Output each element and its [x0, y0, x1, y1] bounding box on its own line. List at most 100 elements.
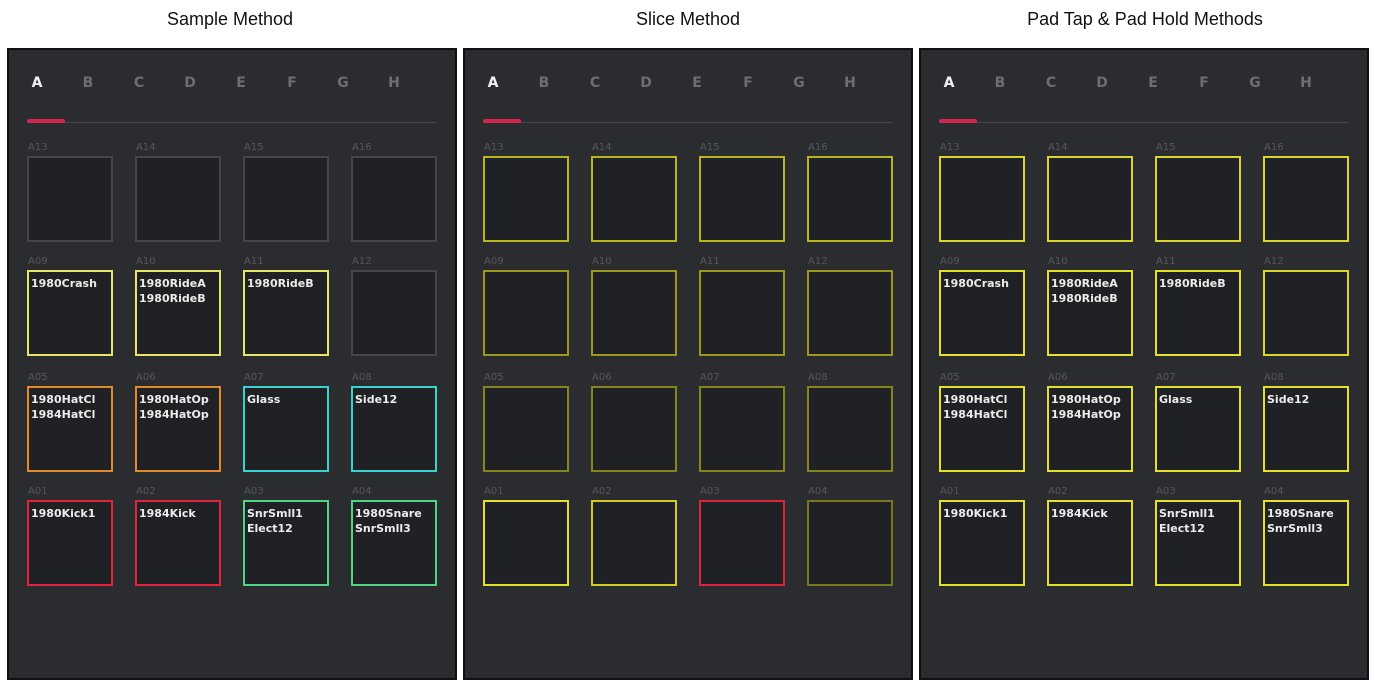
pad-a12[interactable]	[1263, 270, 1349, 356]
pad-a11[interactable]: 1980RideB	[1155, 270, 1241, 356]
pad-a04[interactable]: 1980Snare SnrSmll3	[351, 500, 437, 586]
pad-a02[interactable]	[591, 500, 677, 586]
pad-a09[interactable]: 1980Crash	[939, 270, 1025, 356]
pad-a08[interactable]: Side12	[351, 386, 437, 472]
pad-number-label: A15	[244, 142, 264, 153]
pad-a14[interactable]	[135, 156, 221, 242]
pad-a14[interactable]	[591, 156, 677, 242]
bank-tab-b[interactable]: B	[529, 75, 559, 91]
pad-a05[interactable]	[483, 386, 569, 472]
pad-a02[interactable]: 1984Kick	[1047, 500, 1133, 586]
pad-a11[interactable]: 1980RideB	[243, 270, 329, 356]
pad-number-label: A15	[700, 142, 720, 153]
bank-tab-b[interactable]: B	[985, 75, 1015, 91]
pad-a16[interactable]	[1263, 156, 1349, 242]
pad-a07[interactable]	[699, 386, 785, 472]
pad-number-label: A04	[808, 486, 828, 497]
pad-a03[interactable]	[699, 500, 785, 586]
pad-number-label: A01	[940, 486, 960, 497]
pad-number-label: A03	[1156, 486, 1176, 497]
pad-a05[interactable]: 1980HatCl 1984HatCl	[27, 386, 113, 472]
pad-a14[interactable]	[1047, 156, 1133, 242]
bank-tab-a[interactable]: A	[478, 75, 508, 91]
pad-sample-name: SnrSmll3	[1267, 522, 1323, 535]
pad-a01[interactable]: 1980Kick1	[939, 500, 1025, 586]
bank-tab-d[interactable]: D	[1087, 75, 1117, 91]
pad-a05[interactable]: 1980HatCl 1984HatCl	[939, 386, 1025, 472]
pad-a04[interactable]: 1980Snare SnrSmll3	[1263, 500, 1349, 586]
pad-a09[interactable]	[483, 270, 569, 356]
pad-number-label: A09	[28, 256, 48, 267]
pad-a07[interactable]: Glass	[243, 386, 329, 472]
pad-a07[interactable]: Glass	[1155, 386, 1241, 472]
pad-a10[interactable]: 1980RideA 1980RideB	[1047, 270, 1133, 356]
pad-a03[interactable]: SnrSmll1 Elect12	[1155, 500, 1241, 586]
bank-tab-divider	[939, 122, 1349, 123]
panel-caption: Slice Method	[635, 9, 741, 29]
pad-a12[interactable]	[351, 270, 437, 356]
pad-a16[interactable]	[351, 156, 437, 242]
bank-tab-d[interactable]: D	[631, 75, 661, 91]
bank-tab-c[interactable]: C	[1036, 75, 1066, 91]
pad-a12[interactable]	[807, 270, 893, 356]
bank-tab-f[interactable]: F	[733, 75, 763, 91]
pad-a09[interactable]: 1980Crash	[27, 270, 113, 356]
pad-a15[interactable]	[243, 156, 329, 242]
pad-number-label: A08	[1264, 372, 1284, 383]
pad-a03[interactable]: SnrSmll1 Elect12	[243, 500, 329, 586]
bank-tab-g[interactable]: G	[328, 75, 358, 91]
pad-a15[interactable]	[699, 156, 785, 242]
pad-a08[interactable]	[807, 386, 893, 472]
pad-sample-name: 1984HatOp	[1051, 408, 1121, 421]
pad-a11[interactable]	[699, 270, 785, 356]
pad-a08[interactable]: Side12	[1263, 386, 1349, 472]
pad-a06[interactable]: 1980HatOp 1984HatOp	[135, 386, 221, 472]
bank-tab-f[interactable]: F	[1189, 75, 1219, 91]
bank-tab-a[interactable]: A	[934, 75, 964, 91]
bank-tab-e[interactable]: E	[1138, 75, 1168, 91]
pad-a13[interactable]	[939, 156, 1025, 242]
pad-a10[interactable]: 1980RideA 1980RideB	[135, 270, 221, 356]
pad-a15[interactable]	[1155, 156, 1241, 242]
pad-a04[interactable]	[807, 500, 893, 586]
bank-tab-g[interactable]: G	[1240, 75, 1270, 91]
panel-caption: Sample Method	[166, 9, 294, 29]
bank-tab-h[interactable]: H	[379, 75, 409, 91]
bank-tab-g[interactable]: G	[784, 75, 814, 91]
bank-tab-c[interactable]: C	[580, 75, 610, 91]
pad-a06[interactable]	[591, 386, 677, 472]
pad-number-label: A03	[244, 486, 264, 497]
pad-a16[interactable]	[807, 156, 893, 242]
pad-number-label: A03	[700, 486, 720, 497]
pad-number-label: A13	[484, 142, 504, 153]
bank-tab-divider	[483, 122, 893, 123]
bank-tab-h[interactable]: H	[835, 75, 865, 91]
bank-tab-divider	[27, 122, 437, 123]
pad-a13[interactable]	[483, 156, 569, 242]
pad-sample-name: SnrSmll1	[247, 507, 303, 520]
bank-tab-f[interactable]: F	[277, 75, 307, 91]
pad-a01[interactable]	[483, 500, 569, 586]
bank-tab-e[interactable]: E	[226, 75, 256, 91]
bank-tab-a[interactable]: A	[22, 75, 52, 91]
pad-number-label: A04	[352, 486, 372, 497]
pad-number-label: A01	[484, 486, 504, 497]
pad-bank-panel: A B C D E F G H A13 A14 A15 A16 A09 1980Crash A10 1980R…	[7, 48, 457, 680]
pad-a06[interactable]: 1980HatOp 1984HatOp	[1047, 386, 1133, 472]
pad-number-label: A09	[484, 256, 504, 267]
pad-number-label: A05	[940, 372, 960, 383]
pad-a01[interactable]: 1980Kick1	[27, 500, 113, 586]
pad-sample-name: 1980Kick1	[31, 507, 96, 520]
bank-tab-h[interactable]: H	[1291, 75, 1321, 91]
pad-sample-name: Side12	[1267, 393, 1310, 406]
pad-a10[interactable]	[591, 270, 677, 356]
bank-tab-e[interactable]: E	[682, 75, 712, 91]
pad-a02[interactable]: 1984Kick	[135, 500, 221, 586]
pad-number-label: A13	[28, 142, 48, 153]
bank-tab-d[interactable]: D	[175, 75, 205, 91]
pad-a13[interactable]	[27, 156, 113, 242]
bank-tab-c[interactable]: C	[124, 75, 154, 91]
pad-number-label: A02	[592, 486, 612, 497]
pad-sample-name: Glass	[1159, 393, 1193, 406]
bank-tab-b[interactable]: B	[73, 75, 103, 91]
